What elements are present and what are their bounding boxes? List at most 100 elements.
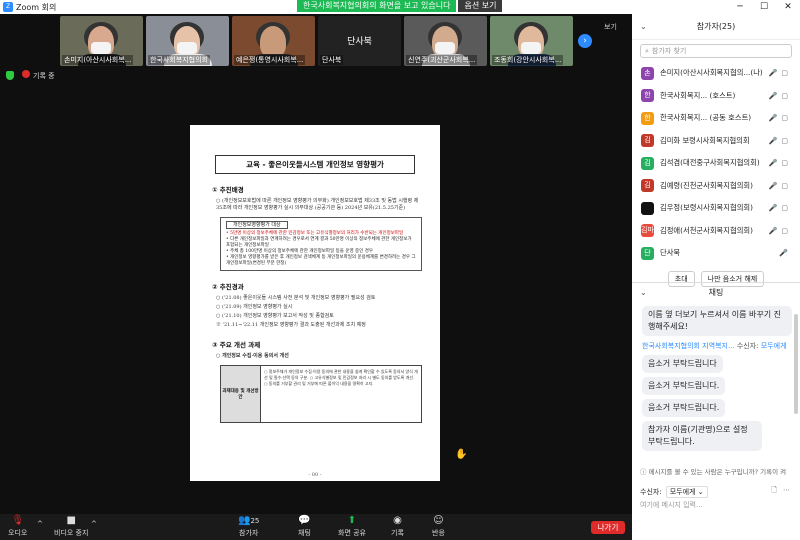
doc-line: ○ ('21.08) 좋은이웃들 시스템 사전 분석 및 개인정보 영향평가 필…: [216, 295, 376, 301]
window-controls: ─ ☐ ✕: [728, 0, 800, 14]
chat-icon: 💬: [298, 515, 311, 526]
shield-icon[interactable]: [6, 71, 14, 80]
participant-name: 김우정(보령시사회복지협의회): [660, 203, 753, 213]
participants-title: 참가자(25): [696, 22, 736, 31]
mask-icon: [177, 42, 197, 54]
participant-row[interactable]: 단 단사북 🎤: [632, 242, 800, 265]
participant-row[interactable]: 김 김석겸(대전중구사회복지협의회) 🎤 ▢: [632, 152, 800, 175]
recipient-value: 모두에게: [669, 488, 696, 496]
participant-status: 🎤 ▢: [769, 159, 788, 167]
shared-document: 교육 - 좋은이웃들시스템 개인정보 영향평가 ① 추진배경 ○ (개인정보보호…: [190, 125, 440, 481]
smile-icon: ☺: [433, 515, 444, 526]
share-label: 화면 공유: [338, 529, 366, 537]
share-screen-button[interactable]: ⬆ 화면 공유: [338, 515, 366, 538]
avatar: 한: [641, 111, 654, 125]
mic-muted-icon: 🎙: [11, 515, 25, 526]
tile-name: 예은쟁(통영시사회복...: [234, 55, 306, 65]
record-icon: ◉: [393, 515, 402, 526]
record-button[interactable]: ◉ 기록: [391, 515, 404, 538]
audio-options-chevron-icon[interactable]: ^: [37, 520, 43, 528]
doc-note: ※ '21.11~'22.11 개인정보 영향평가 결과 도출된 개선과제 조치…: [216, 322, 366, 328]
tile-name: 신연주(괴산군사회복...: [406, 55, 478, 65]
video-options-chevron-icon[interactable]: ^: [91, 520, 97, 528]
video-tile[interactable]: 단사북 단사북: [318, 16, 401, 66]
doc-table: 과제대응 및 개선방안 ○ 정보주체가 개인정보 수집·이용 동의에 관한 내용…: [220, 365, 422, 423]
avatar: [641, 201, 654, 215]
participants-icon: 👥25: [238, 515, 260, 526]
participant-name: 단사북: [660, 248, 681, 258]
video-off-icon: ▢: [781, 136, 788, 145]
participant-row[interactable]: 김우정(보령시사회복지협의회) 🎤 ▢: [632, 197, 800, 220]
participants-label: 참가자: [239, 529, 259, 537]
file-icon[interactable]: 🗋: [771, 486, 777, 497]
chat-privacy-notice[interactable]: ⓘ 메시지를 볼 수 있는 사람은 누구입니까? 기록이 켜: [640, 466, 786, 476]
video-tile[interactable]: 한국사회복지협의회: [146, 16, 229, 66]
chat-input[interactable]: 여기에 메시지 입력...: [640, 500, 703, 510]
tile-name: 손미지(아산시사회복...: [62, 55, 134, 65]
mic-muted-icon: 🎤: [768, 69, 778, 78]
chat-message: 음소거 부탁드립니다.: [642, 377, 726, 395]
tile-name: 조동희(강안시사회복...: [492, 55, 564, 65]
mouse-cursor-icon: ✋: [455, 449, 468, 460]
video-off-icon: ▢: [781, 114, 788, 123]
audio-button[interactable]: 🎙 오디오: [8, 515, 27, 538]
meeting-status: 기록 중: [6, 70, 55, 81]
next-page-icon[interactable]: ›: [578, 34, 592, 48]
video-button[interactable]: ■ 비디오 중지: [54, 515, 88, 538]
participant-row[interactable]: 김 김미화 보령시사회복지협의회 🎤 ▢: [632, 130, 800, 153]
video-tile[interactable]: 조동희(강안시사회복...: [490, 16, 573, 66]
mic-muted-icon: 🎤: [779, 249, 788, 258]
participant-name: 김정애(서천군사회복지협의회): [660, 225, 753, 235]
chat-scrollbar[interactable]: [794, 314, 798, 414]
sender-name[interactable]: 한국사회복지협의회 지역복지...: [642, 342, 735, 350]
mic-muted-icon: 🎤: [768, 136, 778, 145]
zoom-app-icon: Z: [3, 2, 13, 12]
participant-status: 🎤 ▢: [769, 182, 788, 190]
video-tile[interactable]: 신연주(괴산군사회복...: [404, 16, 487, 66]
recording-label: 기록 중: [33, 72, 55, 80]
more-icon[interactable]: ⋯: [783, 486, 790, 497]
doc-line: ○ ('21.09) 개인정보 영향평가 실시: [216, 304, 293, 310]
recording-indicator: 기록 중: [22, 70, 55, 81]
video-tile[interactable]: 손미지(아산시사회복...: [60, 16, 143, 66]
tile-name-center: 단사북: [347, 37, 372, 47]
participant-row[interactable]: 김마 김정애(서천군사회복지협의회) 🎤 ▢: [632, 220, 800, 243]
participant-status: 🎤 ▢: [769, 69, 788, 77]
tile-name: 단사북: [320, 55, 344, 65]
reaction-button[interactable]: ☺ 반응: [432, 515, 445, 538]
chat-button[interactable]: 💬 채팅: [298, 515, 311, 538]
participant-status: 🎤: [779, 249, 788, 257]
chat-tools: 🗋 ⋯: [771, 486, 790, 497]
doc-paragraph: ○ (개인정보보호법에 따른 개인정보 영향평가 의무화) 개인정보보호법 제3…: [216, 198, 419, 211]
recipient-select[interactable]: 모두에게 ⌄: [665, 486, 708, 498]
participants-button[interactable]: 👥25 참가자: [238, 515, 259, 538]
video-tile[interactable]: 예은쟁(통영시사회복...: [232, 16, 315, 66]
mask-icon: [521, 42, 541, 54]
participant-row[interactable]: 손 손미지(아산시사회복지협의...(나) 🎤 ▢: [632, 62, 800, 85]
minimize-button[interactable]: ─: [728, 0, 752, 14]
collapse-chevron-icon[interactable]: ⌄: [640, 288, 647, 297]
participant-row[interactable]: 한 한국사회복지... (호스트) 🎤 ▢: [632, 85, 800, 108]
close-button[interactable]: ✕: [776, 0, 800, 14]
video-off-icon: ▢: [781, 159, 788, 168]
chat-header: ⌄ 채팅: [632, 282, 800, 302]
tile-name: 한국사회복지협의회: [148, 55, 210, 65]
doc-box-title: 개인정보영향평가 대상: [226, 221, 288, 229]
record-dot-icon: [22, 70, 30, 78]
mic-muted-icon: 🎤: [768, 226, 778, 235]
sender-to-label: 수신자:: [736, 342, 759, 350]
doc-line: ○ ('21.10) 개인정보 영향평가 보고서 작성 및 종합검토: [216, 313, 334, 319]
avatar: 김: [641, 179, 654, 193]
avatar: 김마: [641, 224, 654, 238]
sender-target: 모두에게: [760, 342, 787, 350]
view-options-button[interactable]: 옵션 보기: [458, 0, 503, 12]
participant-status: 🎤 ▢: [769, 137, 788, 145]
participant-row[interactable]: 김 김예령(진천군사회복지협의회) 🎤 ▢: [632, 175, 800, 198]
collapse-chevron-icon[interactable]: ⌄: [640, 22, 647, 31]
participants-count: 25: [250, 517, 260, 525]
participant-search-input[interactable]: ⌕ 참가자 찾기: [640, 44, 792, 58]
leave-button[interactable]: 나가기: [591, 521, 625, 534]
participant-row[interactable]: 한 한국사회복지... (공동 호스트) 🎤 ▢: [632, 107, 800, 130]
view-button[interactable]: 보기: [604, 22, 617, 32]
maximize-button[interactable]: ☐: [752, 0, 776, 14]
